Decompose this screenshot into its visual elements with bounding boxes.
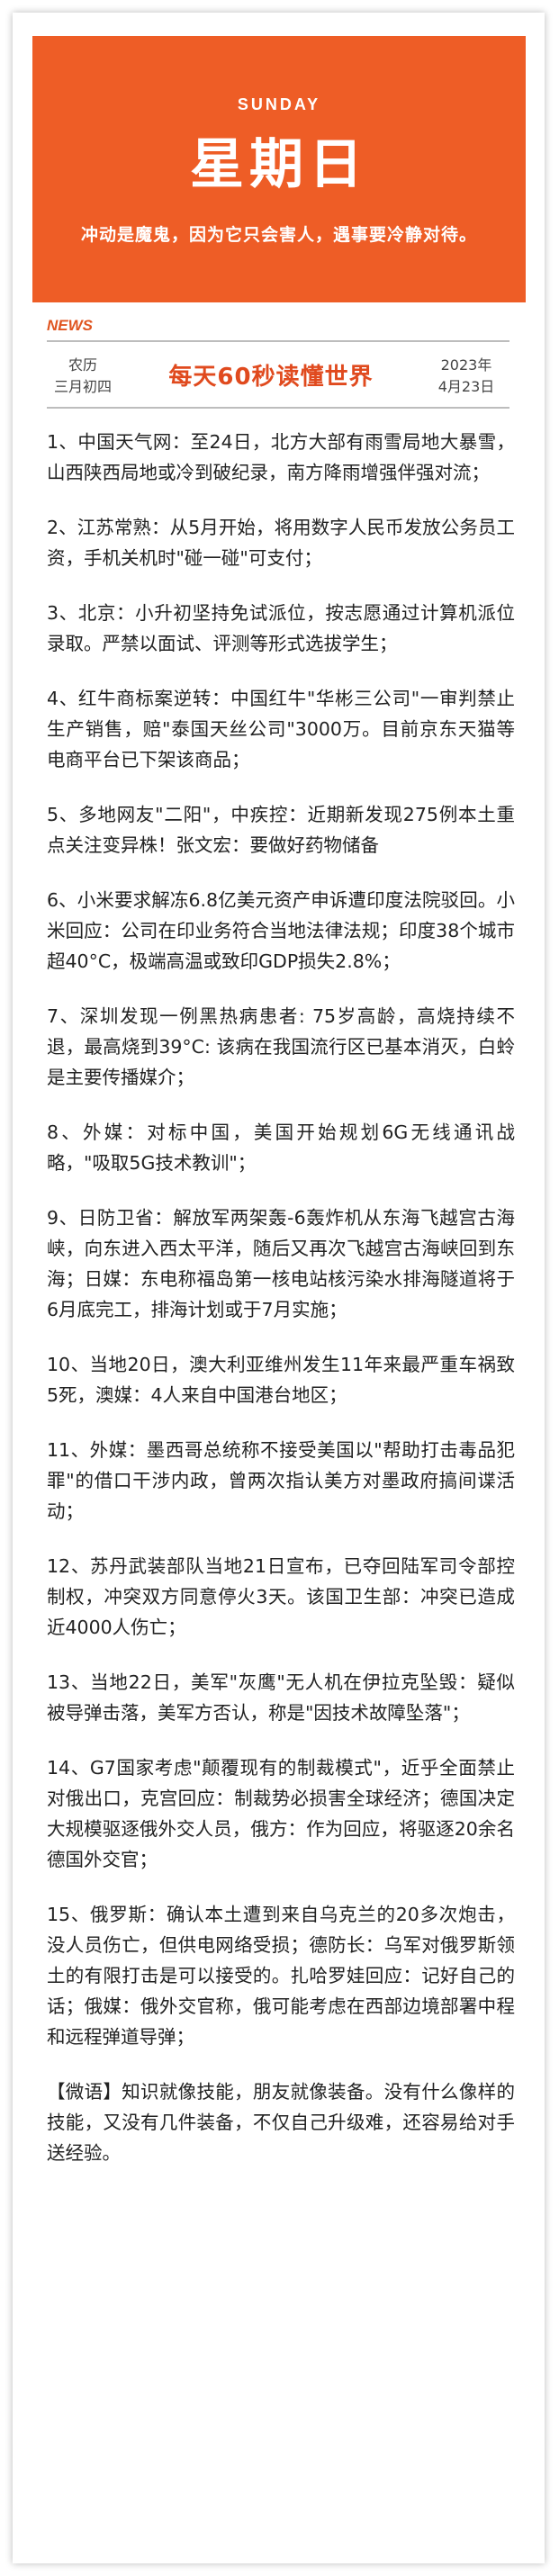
news-item: 12、苏丹武装部队当地21日宣布，已夺回陆军司令部控制权，冲突双方同意停火3天。…: [47, 1555, 515, 1638]
news-item: 14、G7国家考虑"颠覆现有的制裁模式"，近乎全面禁止对俄出口，克宫回应：制裁势…: [47, 1757, 515, 1870]
lunar-date: 三月初四: [53, 378, 112, 395]
news-item: 10、当地20日，澳大利亚维州发生11年来最严重车祸致5死，澳媒：4人来自中国港…: [47, 1354, 515, 1406]
headline: 每天60秒读懂世界: [168, 364, 374, 391]
news-item: 8、外媒：对标中国，美国开始规划6G无线通讯战略，"吸取5G技术教训"；: [47, 1121, 515, 1174]
news-tag: NEWS: [47, 317, 93, 334]
lunar-date-block: 农历 三月初四: [47, 355, 119, 398]
day-banner: SUNDAY 星期日 冲动是魔鬼，因为它只会害人，遇事要冷静对待。: [32, 36, 526, 302]
news-item: 4、红牛商标案逆转：中国红牛"华彬三公司"一审判禁止生产销售，赔"泰国天丝公司"…: [47, 688, 515, 770]
date-month-day: 4月23日: [437, 378, 495, 395]
date-year: 2023年: [440, 356, 492, 374]
news-item: 15、俄罗斯：确认本土遭到来自乌克兰的20多次炮击，没人员伤亡，但供电网络受损；…: [47, 1904, 515, 2048]
gregorian-date-block: 2023年 4月23日: [423, 355, 509, 398]
news-item: 7、深圳发现一例黑热病患者: 75岁高龄，高烧持续不退，最高烧到39°C: 该病…: [47, 1005, 515, 1088]
news-item: 9、日防卫省：解放军两架轰-6轰炸机从东海飞越宫古海峡，向东进入西太平洋，随后又…: [47, 1207, 515, 1320]
news-item: 5、多地网友"二阳"，中疾控：近期新发现275例本土重点关注变异株！张文宏：要做…: [47, 804, 515, 856]
weiyu-quote: 【微语】知识就像技能，朋友就像装备。没有什么像样的技能，又没有几件装备，不仅自己…: [47, 2081, 515, 2164]
divider-top: [47, 340, 509, 342]
day-chinese: 星期日: [190, 133, 368, 196]
day-english: SUNDAY: [237, 95, 321, 113]
banner-motto: 冲动是魔鬼，因为它只会害人，遇事要冷静对待。: [80, 225, 477, 245]
lunar-label: 农历: [68, 356, 97, 374]
news-item: 2、江苏常熟：从5月开始，将用数字人民币发放公务员工资，手机关机时"碰一碰"可支…: [47, 517, 515, 569]
news-item: 11、外媒：墨西哥总统称不接受美国以"帮助打击毒品犯罪"的借口干涉内政，曾两次指…: [47, 1439, 515, 1522]
news-item: 13、当地22日，美军"灰鹰"无人机在伊拉克坠毁：疑似被导弹击落，美军方否认，称…: [47, 1671, 515, 1724]
news-item: 3、北京：小升初坚持免试派位，按志愿通过计算机派位录取。严禁以面试、评测等形式选…: [47, 602, 515, 654]
divider-bottom: [47, 407, 509, 409]
news-list: 1、中国天气网：至24日，北方大部有雨雪局地大暴雪，山西陕西局地或冷到破纪录，南…: [47, 427, 515, 2168]
news-item: 6、小米要求解冻6.8亿美元资产申诉遭印度法院驳回。小米回应：公司在印业务符合当…: [47, 889, 515, 972]
news-item: 1、中国天气网：至24日，北方大部有雨雪局地大暴雪，山西陕西局地或冷到破纪录，南…: [47, 431, 515, 483]
